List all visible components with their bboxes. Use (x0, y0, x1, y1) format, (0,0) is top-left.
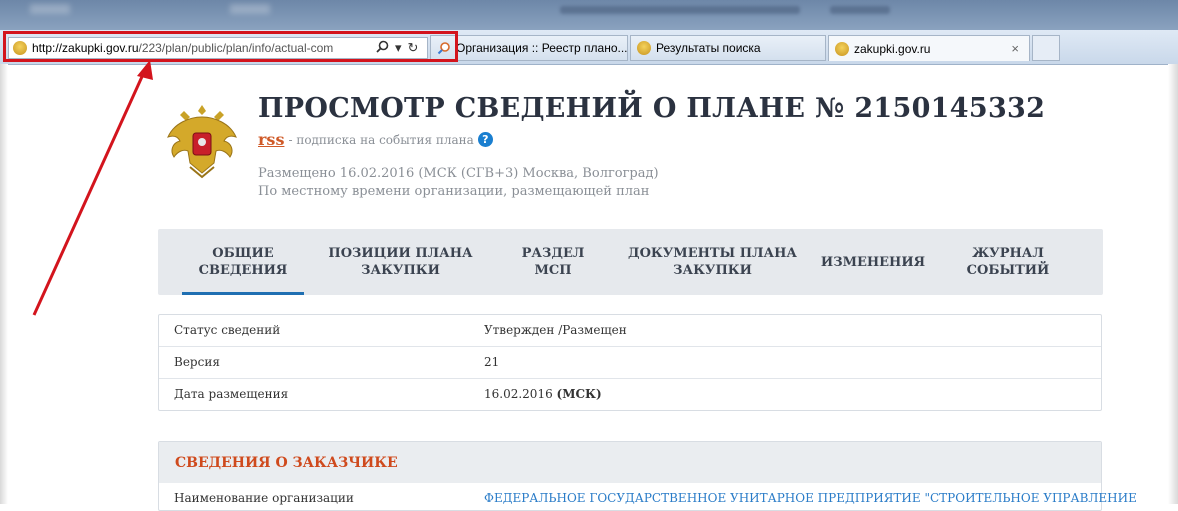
customer-section: СВЕДЕНИЯ О ЗАКАЗЧИКЕ Наименование органи… (158, 441, 1137, 511)
row-value: 21 (484, 355, 500, 369)
plan-section-tabs: ОБЩИЕ СВЕДЕНИЯ ПОЗИЦИИ ПЛАНА ЗАКУПКИ РАЗДЕ… (158, 229, 1103, 295)
row-label: Статус сведений (174, 323, 281, 337)
table-row: Наименование организации ФЕДЕРАЛЬНОЕ ГОС… (159, 483, 1137, 511)
tab-label-line2: ЗАКУПКИ (361, 263, 440, 278)
tab-label-line2: МСП (534, 263, 572, 278)
window-title-blurred-2 (830, 6, 890, 14)
close-tab-icon[interactable]: × (1011, 41, 1019, 56)
tab-label-line1: ЖУРНАЛ (972, 246, 1044, 261)
tab-search-results[interactable]: Результаты поиска (630, 35, 826, 61)
rss-subscribe-text: - подписка на события плана (288, 132, 474, 147)
row-label: Версия (174, 355, 220, 369)
row-value: Утвержден /Размещен (484, 323, 627, 337)
tab-event-log[interactable]: ЖУРНАЛ СОБЫТИЙ (948, 229, 1068, 295)
tab-zakupki-active[interactable]: zakupki.gov.ru × (828, 35, 1030, 61)
tab-general-info[interactable]: ОБЩИЕ СВЕДЕНИЯ (182, 229, 304, 295)
tab-label-line1: РАЗДЕЛ (521, 246, 585, 261)
tab-label-line1: ПОЗИЦИИ ПЛАНА (328, 246, 473, 261)
coat-of-arms-icon (167, 105, 237, 179)
row-label: Дата размещения (174, 387, 289, 401)
tab-smb-section[interactable]: РАЗДЕЛ МСП (503, 229, 603, 295)
site-favicon-icon (835, 41, 849, 56)
page-right-shadow (1168, 64, 1178, 504)
section-heading: СВЕДЕНИЯ О ЗАКАЗЧИКЕ (159, 442, 1101, 483)
tab-label-line1: ИЗМЕНЕНИЯ (820, 254, 926, 270)
row-label: Наименование организации (174, 491, 354, 505)
rss-subscription: rss - подписка на события плана ? (258, 130, 493, 149)
tab-plan-positions[interactable]: ПОЗИЦИИ ПЛАНА ЗАКУПКИ (313, 229, 488, 295)
tab-label: Организация :: Реестр плано... (456, 41, 628, 55)
page-title: ПРОСМОТР СВЕДЕНИЙ О ПЛАНЕ № 2150145332 (258, 93, 1046, 124)
date-value: 16.02.2016 (484, 387, 553, 401)
posted-date: Размещено 16.02.2016 (МСК (СГВ+3) Москва… (258, 166, 659, 181)
tab-label-line2: ЗАКУПКИ (673, 263, 752, 278)
tab-label-line1: ОБЩИЕ (212, 246, 274, 261)
tab-label-line1: ДОКУМЕНТЫ ПЛАНА (628, 246, 797, 261)
local-time-note: По местному времени организации, размеща… (258, 184, 650, 199)
plan-info-table: Статус сведений Утвержден /Размещен Верс… (158, 314, 1102, 411)
rss-link[interactable]: rss (258, 130, 284, 149)
organization-link[interactable]: ФЕДЕРАЛЬНОЕ ГОСУДАРСТВЕННОЕ УНИТАРНОЕ ПР… (484, 491, 1137, 505)
tab-plan-documents[interactable]: ДОКУМЕНТЫ ПЛАНА ЗАКУПКИ (620, 229, 805, 295)
row-value: 16.02.2016 (МСК) (484, 387, 602, 401)
tab-label: Результаты поиска (656, 41, 761, 55)
timezone-label: (МСК) (556, 387, 602, 401)
tab-changes[interactable]: ИЗМЕНЕНИЯ (813, 229, 933, 295)
posting-info: Размещено 16.02.2016 (МСК (СГВ+3) Москва… (258, 165, 659, 201)
new-tab-button[interactable] (1032, 35, 1060, 61)
window-titlebar (0, 0, 1178, 30)
tab-label: zakupki.gov.ru (854, 41, 931, 56)
tab-organization-registry[interactable]: Организация :: Реестр плано... (430, 35, 628, 61)
tab-label-line2: СОБЫТИЙ (966, 263, 1050, 278)
table-row: Дата размещения 16.02.2016 (МСК) (159, 379, 1101, 410)
page-left-shadow (0, 64, 8, 504)
table-row: Версия 21 (159, 347, 1101, 379)
table-row: Статус сведений Утвержден /Размещен (159, 315, 1101, 347)
site-favicon-icon (637, 41, 651, 55)
help-icon[interactable]: ? (477, 132, 493, 147)
url-highlight-box (3, 31, 458, 62)
tab-label-line2: СВЕДЕНИЯ (198, 263, 288, 278)
window-title-blurred (560, 6, 800, 14)
